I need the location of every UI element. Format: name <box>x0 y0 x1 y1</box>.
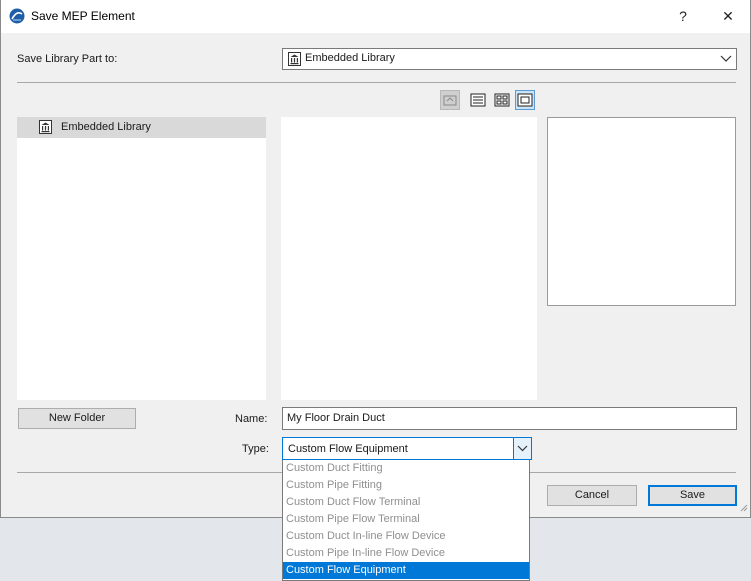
tree-item-embedded-library[interactable]: Embedded Library <box>17 117 266 138</box>
new-folder-button[interactable]: New Folder <box>18 408 136 429</box>
library-icon <box>39 120 52 137</box>
type-option[interactable]: Custom Duct Flow Terminal <box>283 494 529 511</box>
type-option[interactable]: Custom Pipe Fitting <box>283 477 529 494</box>
up-folder-button[interactable] <box>440 90 460 110</box>
grid-view-button[interactable] <box>492 90 512 110</box>
name-input[interactable]: My Floor Drain Duct <box>282 407 737 430</box>
save-to-label: Save Library Part to: <box>17 53 118 65</box>
up-folder-icon <box>441 95 459 112</box>
list-view-button[interactable] <box>468 90 488 110</box>
type-label: Type: <box>242 443 269 455</box>
resize-grip-icon[interactable] <box>738 501 748 515</box>
type-option[interactable]: Custom Pipe Flow Terminal <box>283 511 529 528</box>
folder-tree[interactable]: Embedded Library <box>17 117 266 400</box>
type-selected-value: Custom Flow Equipment <box>288 443 408 455</box>
title-bar: Save MEP Element ? ✕ <box>1 0 750 33</box>
type-dropdown-list[interactable]: Custom Duct Fitting Custom Pipe Fitting … <box>282 460 530 581</box>
name-label: Name: <box>235 413 268 425</box>
preview-panel <box>547 117 736 306</box>
grid-view-icon <box>492 93 512 113</box>
cancel-button[interactable]: Cancel <box>547 485 637 506</box>
help-button[interactable]: ? <box>661 0 705 33</box>
chevron-down-icon[interactable] <box>513 438 531 459</box>
preview-view-button[interactable] <box>515 90 535 110</box>
tree-item-label: Embedded Library <box>61 121 151 133</box>
save-to-select[interactable]: Embedded Library <box>282 48 737 70</box>
save-to-value: Embedded Library <box>305 52 395 64</box>
save-button[interactable]: Save <box>648 485 737 506</box>
window-title: Save MEP Element <box>31 9 135 23</box>
library-items-panel[interactable] <box>281 117 537 400</box>
chevron-down-icon <box>720 51 732 65</box>
separator-top <box>17 82 736 83</box>
list-view-icon <box>468 93 488 113</box>
library-icon <box>288 52 301 69</box>
preview-view-icon <box>516 93 534 112</box>
save-mep-dialog: Save MEP Element ? ✕ Save Library Part t… <box>0 0 751 518</box>
archicad-app-icon <box>9 8 25 24</box>
close-button[interactable]: ✕ <box>706 0 750 33</box>
type-select[interactable]: Custom Flow Equipment <box>282 437 532 460</box>
type-option[interactable]: Custom Duct In-line Flow Device <box>283 528 529 545</box>
type-option[interactable]: Custom Pipe In-line Flow Device <box>283 545 529 562</box>
type-option-selected[interactable]: Custom Flow Equipment <box>283 562 529 579</box>
type-option[interactable]: Custom Duct Fitting <box>283 460 529 477</box>
